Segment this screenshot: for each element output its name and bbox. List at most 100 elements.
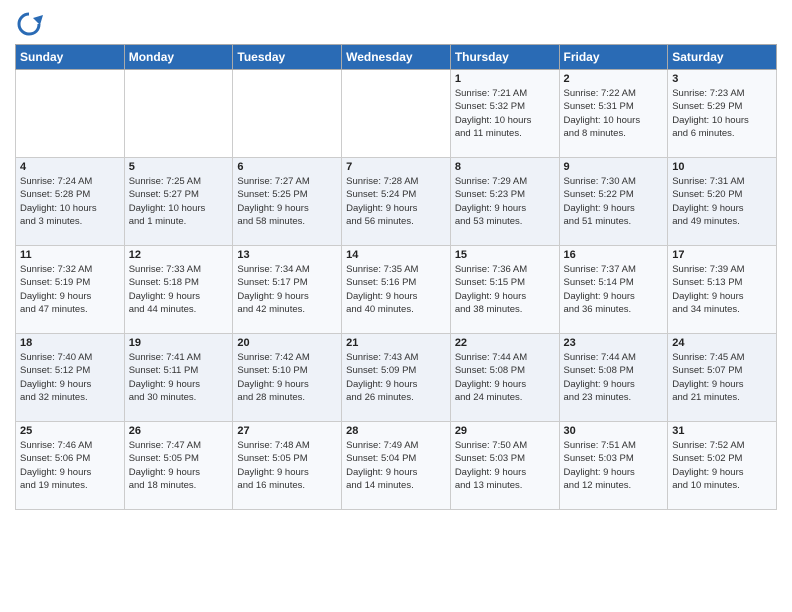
calendar-cell: 1 Sunrise: 7:21 AM Sunset: 5:32 PM Daylig…	[450, 70, 559, 158]
day-info: Sunrise: 7:32 AM Sunset: 5:19 PM Dayligh…	[20, 263, 120, 316]
day-number: 25	[20, 425, 120, 437]
day-info: Sunrise: 7:28 AM Sunset: 5:24 PM Dayligh…	[346, 175, 446, 228]
day-number: 7	[346, 161, 446, 173]
day-info: Sunrise: 7:37 AM Sunset: 5:14 PM Dayligh…	[564, 263, 664, 316]
day-info: Sunrise: 7:41 AM Sunset: 5:11 PM Dayligh…	[129, 351, 229, 404]
calendar-cell: 16Sunrise: 7:37 AM Sunset: 5:14 PM Dayli…	[559, 246, 668, 334]
header	[15, 10, 777, 38]
calendar-cell: 18Sunrise: 7:40 AM Sunset: 5:12 PM Dayli…	[16, 334, 125, 422]
calendar-table: SundayMondayTuesdayWednesdayThursdayFrid…	[15, 44, 777, 510]
day-info: Sunrise: 7:47 AM Sunset: 5:05 PM Dayligh…	[129, 439, 229, 492]
day-info: Sunrise: 7:23 AM Sunset: 5:29 PM Dayligh…	[672, 87, 772, 140]
calendar-week-row: 18Sunrise: 7:40 AM Sunset: 5:12 PM Dayli…	[16, 334, 777, 422]
day-number: 9	[564, 161, 664, 173]
weekday-header: Wednesday	[342, 45, 451, 70]
day-number: 23	[564, 337, 664, 349]
calendar-cell: 24 Sunrise: 7:45 AM Sunset: 5:07 PM Dayli…	[668, 334, 777, 422]
day-number: 17	[672, 249, 772, 261]
day-number: 11	[20, 249, 120, 261]
weekday-header: Thursday	[450, 45, 559, 70]
day-info: Sunrise: 7:45 AM Sunset: 5:07 PM Dayligh…	[672, 351, 772, 404]
day-info: Sunrise: 7:34 AM Sunset: 5:17 PM Dayligh…	[237, 263, 337, 316]
day-info: Sunrise: 7:43 AM Sunset: 5:09 PM Dayligh…	[346, 351, 446, 404]
calendar-cell: 25 Sunrise: 7:46 AM Sunset: 5:06 PM Dayli…	[16, 422, 125, 510]
calendar-cell: 11 Sunrise: 7:32 AM Sunset: 5:19 PM Dayli…	[16, 246, 125, 334]
calendar-week-row: 25 Sunrise: 7:46 AM Sunset: 5:06 PM Dayli…	[16, 422, 777, 510]
day-number: 29	[455, 425, 555, 437]
day-info: Sunrise: 7:52 AM Sunset: 5:02 PM Dayligh…	[672, 439, 772, 492]
logo	[15, 10, 47, 38]
calendar-cell: 19 Sunrise: 7:41 AM Sunset: 5:11 PM Dayli…	[124, 334, 233, 422]
day-info: Sunrise: 7:30 AM Sunset: 5:22 PM Dayligh…	[564, 175, 664, 228]
calendar-header-row: SundayMondayTuesdayWednesdayThursdayFrid…	[16, 45, 777, 70]
calendar-week-row: 11 Sunrise: 7:32 AM Sunset: 5:19 PM Dayli…	[16, 246, 777, 334]
calendar-cell: 27Sunrise: 7:48 AM Sunset: 5:05 PM Dayli…	[233, 422, 342, 510]
calendar-cell	[233, 70, 342, 158]
day-info: Sunrise: 7:22 AM Sunset: 5:31 PM Dayligh…	[564, 87, 664, 140]
calendar-cell: 4 Sunrise: 7:24 AM Sunset: 5:28 PM Daylig…	[16, 158, 125, 246]
day-info: Sunrise: 7:44 AM Sunset: 5:08 PM Dayligh…	[564, 351, 664, 404]
day-info: Sunrise: 7:50 AM Sunset: 5:03 PM Dayligh…	[455, 439, 555, 492]
day-number: 6	[237, 161, 337, 173]
weekday-header: Sunday	[16, 45, 125, 70]
calendar-week-row: 1 Sunrise: 7:21 AM Sunset: 5:32 PM Daylig…	[16, 70, 777, 158]
calendar-cell: 26 Sunrise: 7:47 AM Sunset: 5:05 PM Dayli…	[124, 422, 233, 510]
day-info: Sunrise: 7:21 AM Sunset: 5:32 PM Dayligh…	[455, 87, 555, 140]
day-info: Sunrise: 7:36 AM Sunset: 5:15 PM Dayligh…	[455, 263, 555, 316]
calendar-cell: 10Sunrise: 7:31 AM Sunset: 5:20 PM Dayli…	[668, 158, 777, 246]
calendar-cell: 14Sunrise: 7:35 AM Sunset: 5:16 PM Dayli…	[342, 246, 451, 334]
day-number: 19	[129, 337, 229, 349]
calendar-cell: 17 Sunrise: 7:39 AM Sunset: 5:13 PM Dayli…	[668, 246, 777, 334]
day-info: Sunrise: 7:44 AM Sunset: 5:08 PM Dayligh…	[455, 351, 555, 404]
day-info: Sunrise: 7:24 AM Sunset: 5:28 PM Dayligh…	[20, 175, 120, 228]
day-number: 21	[346, 337, 446, 349]
weekday-header: Tuesday	[233, 45, 342, 70]
day-number: 27	[237, 425, 337, 437]
day-info: Sunrise: 7:46 AM Sunset: 5:06 PM Dayligh…	[20, 439, 120, 492]
calendar-cell: 8 Sunrise: 7:29 AM Sunset: 5:23 PM Daylig…	[450, 158, 559, 246]
calendar-cell: 9 Sunrise: 7:30 AM Sunset: 5:22 PM Daylig…	[559, 158, 668, 246]
calendar-cell: 20Sunrise: 7:42 AM Sunset: 5:10 PM Dayli…	[233, 334, 342, 422]
day-number: 1	[455, 73, 555, 85]
day-number: 24	[672, 337, 772, 349]
logo-icon	[15, 10, 43, 38]
calendar-cell: 6Sunrise: 7:27 AM Sunset: 5:25 PM Daylig…	[233, 158, 342, 246]
calendar-cell: 29 Sunrise: 7:50 AM Sunset: 5:03 PM Dayli…	[450, 422, 559, 510]
day-number: 8	[455, 161, 555, 173]
calendar-cell: 22 Sunrise: 7:44 AM Sunset: 5:08 PM Dayli…	[450, 334, 559, 422]
day-number: 3	[672, 73, 772, 85]
day-info: Sunrise: 7:33 AM Sunset: 5:18 PM Dayligh…	[129, 263, 229, 316]
calendar-cell: 28 Sunrise: 7:49 AM Sunset: 5:04 PM Dayli…	[342, 422, 451, 510]
day-number: 22	[455, 337, 555, 349]
calendar-cell: 5Sunrise: 7:25 AM Sunset: 5:27 PM Daylig…	[124, 158, 233, 246]
calendar-cell: 13 Sunrise: 7:34 AM Sunset: 5:17 PM Dayli…	[233, 246, 342, 334]
day-number: 4	[20, 161, 120, 173]
weekday-header: Friday	[559, 45, 668, 70]
day-info: Sunrise: 7:25 AM Sunset: 5:27 PM Dayligh…	[129, 175, 229, 228]
weekday-header: Monday	[124, 45, 233, 70]
calendar-cell	[342, 70, 451, 158]
day-info: Sunrise: 7:29 AM Sunset: 5:23 PM Dayligh…	[455, 175, 555, 228]
day-number: 26	[129, 425, 229, 437]
day-number: 12	[129, 249, 229, 261]
calendar-cell: 7 Sunrise: 7:28 AM Sunset: 5:24 PM Daylig…	[342, 158, 451, 246]
day-info: Sunrise: 7:31 AM Sunset: 5:20 PM Dayligh…	[672, 175, 772, 228]
day-info: Sunrise: 7:49 AM Sunset: 5:04 PM Dayligh…	[346, 439, 446, 492]
day-number: 30	[564, 425, 664, 437]
calendar-cell: 31 Sunrise: 7:52 AM Sunset: 5:02 PM Dayli…	[668, 422, 777, 510]
day-number: 2	[564, 73, 664, 85]
day-number: 28	[346, 425, 446, 437]
calendar-cell: 23 Sunrise: 7:44 AM Sunset: 5:08 PM Dayli…	[559, 334, 668, 422]
day-number: 15	[455, 249, 555, 261]
calendar-cell: 30Sunrise: 7:51 AM Sunset: 5:03 PM Dayli…	[559, 422, 668, 510]
calendar-cell	[124, 70, 233, 158]
calendar-week-row: 4 Sunrise: 7:24 AM Sunset: 5:28 PM Daylig…	[16, 158, 777, 246]
day-info: Sunrise: 7:39 AM Sunset: 5:13 PM Dayligh…	[672, 263, 772, 316]
calendar-cell: 21 Sunrise: 7:43 AM Sunset: 5:09 PM Dayli…	[342, 334, 451, 422]
calendar-cell: 2 Sunrise: 7:22 AM Sunset: 5:31 PM Daylig…	[559, 70, 668, 158]
day-number: 20	[237, 337, 337, 349]
day-number: 13	[237, 249, 337, 261]
day-number: 31	[672, 425, 772, 437]
day-info: Sunrise: 7:35 AM Sunset: 5:16 PM Dayligh…	[346, 263, 446, 316]
weekday-header: Saturday	[668, 45, 777, 70]
